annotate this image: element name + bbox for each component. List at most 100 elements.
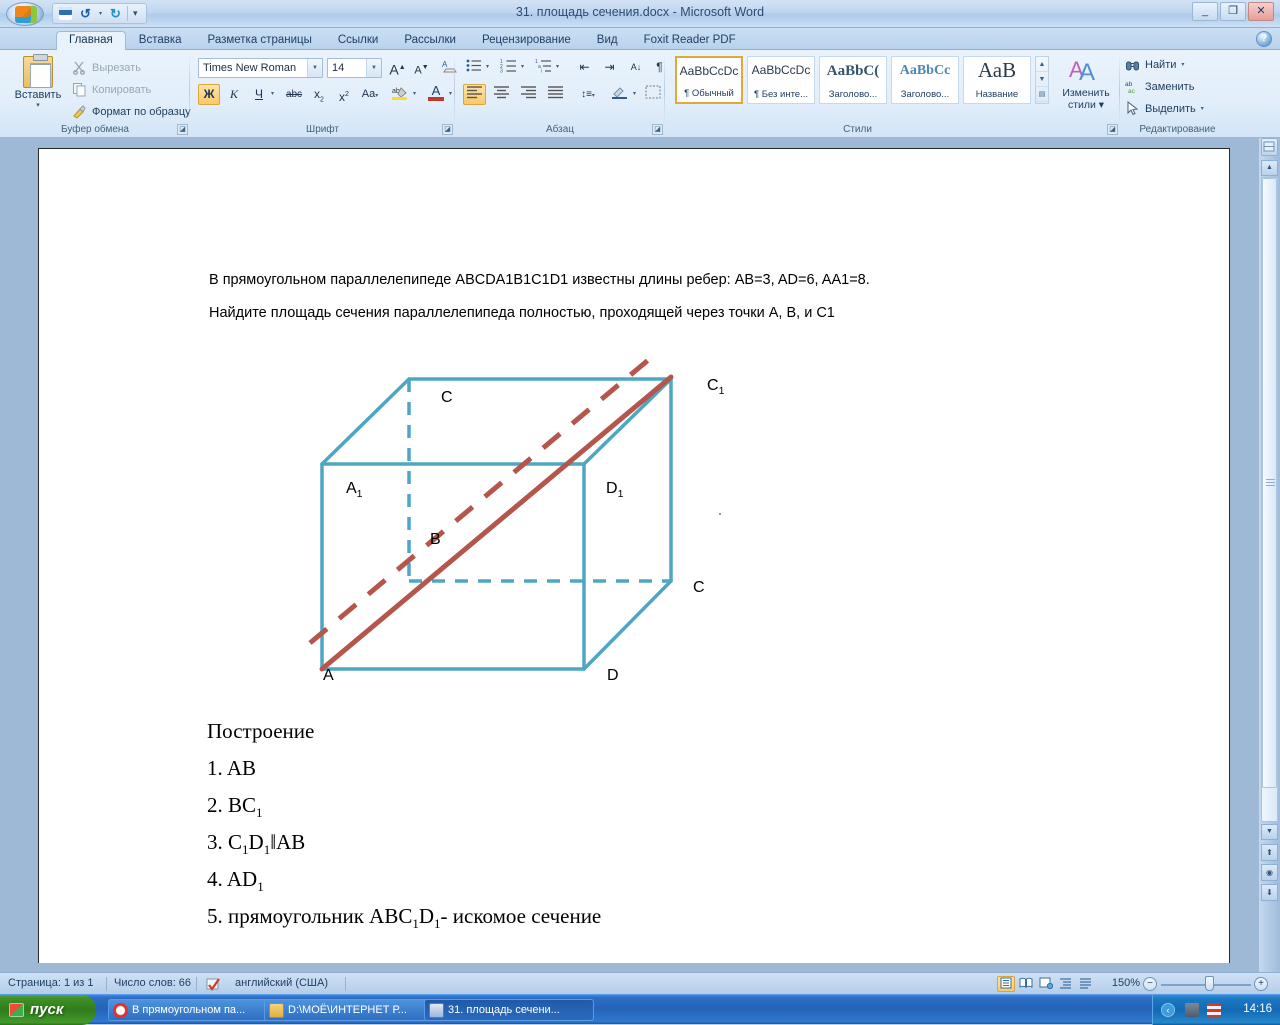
tab-foxit-reader-pdf[interactable]: Foxit Reader PDF xyxy=(631,31,749,50)
page-indicator[interactable]: Страница: 1 из 1 xyxy=(8,977,94,989)
font-color-dropdown-icon[interactable]: ▾ xyxy=(449,90,452,97)
view-outline[interactable] xyxy=(1057,976,1075,992)
select-browse-object-button[interactable]: ◉ xyxy=(1261,864,1278,881)
font-size-combobox[interactable]: 14 ▼ xyxy=(327,58,382,78)
change-case-button[interactable]: Aa▾ xyxy=(358,84,382,105)
multilevel-dropdown-icon[interactable]: ▾ xyxy=(556,63,559,70)
find-dropdown-icon[interactable]: ▾ xyxy=(1181,61,1184,68)
multilevel-list-button[interactable]: 1ai xyxy=(533,57,555,78)
styles-gallery-scrollbar[interactable]: ▲ ▼ ▤ xyxy=(1035,56,1049,104)
superscript-button[interactable]: x2 xyxy=(333,84,355,105)
scroll-thumb[interactable] xyxy=(1262,178,1277,788)
next-page-button[interactable]: ⬇ xyxy=(1261,884,1278,901)
tab-view[interactable]: Вид xyxy=(584,31,631,50)
tab-mailings[interactable]: Рассылки xyxy=(391,31,469,50)
tab-insert[interactable]: Вставка xyxy=(126,31,195,50)
text-highlight-button[interactable]: ab xyxy=(388,84,412,105)
italic-button[interactable]: К xyxy=(223,84,245,105)
minimize-button[interactable]: _ xyxy=(1192,2,1218,21)
font-name-dropdown-icon[interactable]: ▼ xyxy=(307,59,322,77)
taskbar-item-explorer[interactable]: D:\МОЁ\ИНТЕРНЕТ Р... xyxy=(264,999,434,1021)
word-count[interactable]: Число слов: 66 xyxy=(114,977,191,989)
help-icon[interactable]: ? xyxy=(1256,31,1272,47)
select-button[interactable]: Выделить ▾ xyxy=(1125,101,1204,116)
highlight-dropdown-icon[interactable]: ▾ xyxy=(413,90,416,97)
split-window-handle[interactable] xyxy=(1261,138,1278,156)
shading-dropdown-icon[interactable]: ▾ xyxy=(633,90,636,97)
previous-page-button[interactable]: ⬆ xyxy=(1261,844,1278,861)
zoom-in-button[interactable]: + xyxy=(1254,977,1268,991)
zoom-level[interactable]: 150% xyxy=(1112,977,1140,989)
language-indicator[interactable]: английский (США) xyxy=(235,977,328,989)
restore-button[interactable]: ❐ xyxy=(1220,2,1246,21)
bullets-dropdown-icon[interactable]: ▾ xyxy=(486,63,489,70)
scroll-up-button[interactable]: ▲ xyxy=(1261,160,1278,176)
copy-button[interactable]: Копировать xyxy=(72,82,151,97)
bullets-button[interactable] xyxy=(463,57,485,78)
cut-button[interactable]: Вырезать xyxy=(72,60,141,75)
gallery-scroll-down[interactable]: ▼ xyxy=(1036,72,1048,87)
close-button[interactable]: ✕ xyxy=(1248,2,1274,21)
tab-references[interactable]: Ссылки xyxy=(325,31,392,50)
document-page[interactable]: В прямоугольном параллелепипеде ABCDA1B1… xyxy=(38,148,1230,963)
align-center-button[interactable] xyxy=(490,84,513,105)
vertical-scrollbar[interactable]: ▲ ▼ ⬆ ◉ ⬇ xyxy=(1259,138,1280,972)
tab-review[interactable]: Рецензирование xyxy=(469,31,584,50)
numbering-button[interactable]: 123 xyxy=(498,57,520,78)
font-size-dropdown-icon[interactable]: ▼ xyxy=(366,59,381,77)
shading-button[interactable] xyxy=(608,84,632,105)
paste-button[interactable]: Вставить ▾ xyxy=(10,56,66,109)
borders-button[interactable] xyxy=(641,84,665,105)
clock[interactable]: 14:16 xyxy=(1243,1003,1272,1015)
scroll-track[interactable] xyxy=(1261,177,1278,822)
zoom-out-button[interactable]: − xyxy=(1143,977,1157,991)
zoom-slider[interactable]: − + xyxy=(1143,976,1268,992)
align-right-button[interactable] xyxy=(517,84,540,105)
find-button[interactable]: Найти ▾ xyxy=(1125,57,1184,72)
subscript-button[interactable]: x2 xyxy=(308,84,330,105)
decrease-indent-button[interactable]: ⇤ xyxy=(573,57,596,78)
paragraph-dialog-launcher[interactable]: ◪ xyxy=(652,124,663,135)
view-draft[interactable] xyxy=(1077,976,1095,992)
replace-button[interactable]: abac Заменить xyxy=(1125,79,1194,94)
underline-button[interactable]: Ч xyxy=(248,84,270,105)
clipboard-dialog-launcher[interactable]: ◪ xyxy=(177,124,188,135)
bold-button[interactable]: Ж xyxy=(198,84,220,105)
grow-font-button[interactable]: A▲ xyxy=(386,57,409,78)
strikethrough-button[interactable]: abc xyxy=(282,84,306,105)
view-web-layout[interactable] xyxy=(1037,976,1055,992)
paste-dropdown-icon[interactable]: ▾ xyxy=(10,101,66,109)
show-hidden-icons-button[interactable]: ‹ xyxy=(1161,1003,1175,1017)
zoom-slider-thumb[interactable] xyxy=(1205,976,1214,991)
underline-dropdown-icon[interactable]: ▾ xyxy=(271,90,274,97)
styles-dialog-launcher[interactable]: ◪ xyxy=(1107,124,1118,135)
view-print-layout[interactable] xyxy=(997,976,1015,992)
taskbar-item-browser[interactable]: В прямоугольном па... xyxy=(108,999,278,1021)
change-styles-button[interactable]: AA Изменить стили ▾ xyxy=(1057,56,1115,111)
start-button[interactable]: пуск xyxy=(0,995,96,1025)
increase-indent-button[interactable]: ⇥ xyxy=(598,57,621,78)
language-flag-icon[interactable] xyxy=(1207,1003,1221,1017)
justify-button[interactable] xyxy=(544,84,567,105)
tab-home[interactable]: Главная xyxy=(56,31,126,50)
proofing-errors-icon[interactable] xyxy=(205,977,223,992)
sort-button[interactable]: A↓ xyxy=(625,57,647,78)
font-name-combobox[interactable]: Times New Roman ▼ xyxy=(198,58,323,78)
scroll-down-button[interactable]: ▼ xyxy=(1261,824,1278,840)
style-heading-2[interactable]: AaBbCc Заголово... xyxy=(891,56,959,104)
line-spacing-button[interactable]: ↕≡▾ xyxy=(573,84,603,105)
align-left-button[interactable] xyxy=(463,84,486,105)
select-dropdown-icon[interactable]: ▾ xyxy=(1201,105,1204,112)
taskbar-item-word[interactable]: 31. площадь сечени... xyxy=(424,999,594,1021)
style-title[interactable]: АаВ Название xyxy=(963,56,1031,104)
network-icon[interactable] xyxy=(1185,1003,1199,1017)
gallery-more-button[interactable]: ▤ xyxy=(1036,87,1048,102)
style-heading-1[interactable]: AaBbC( Заголово... xyxy=(819,56,887,104)
tab-page-layout[interactable]: Разметка страницы xyxy=(195,31,325,50)
style-no-spacing[interactable]: AaBbCcDc ¶ Без инте... xyxy=(747,56,815,104)
style-normal[interactable]: AaBbCcDc ¶ Обычный xyxy=(675,56,743,104)
font-dialog-launcher[interactable]: ◪ xyxy=(442,124,453,135)
numbering-dropdown-icon[interactable]: ▾ xyxy=(521,63,524,70)
shrink-font-button[interactable]: A▼ xyxy=(410,57,433,78)
gallery-scroll-up[interactable]: ▲ xyxy=(1036,57,1048,72)
